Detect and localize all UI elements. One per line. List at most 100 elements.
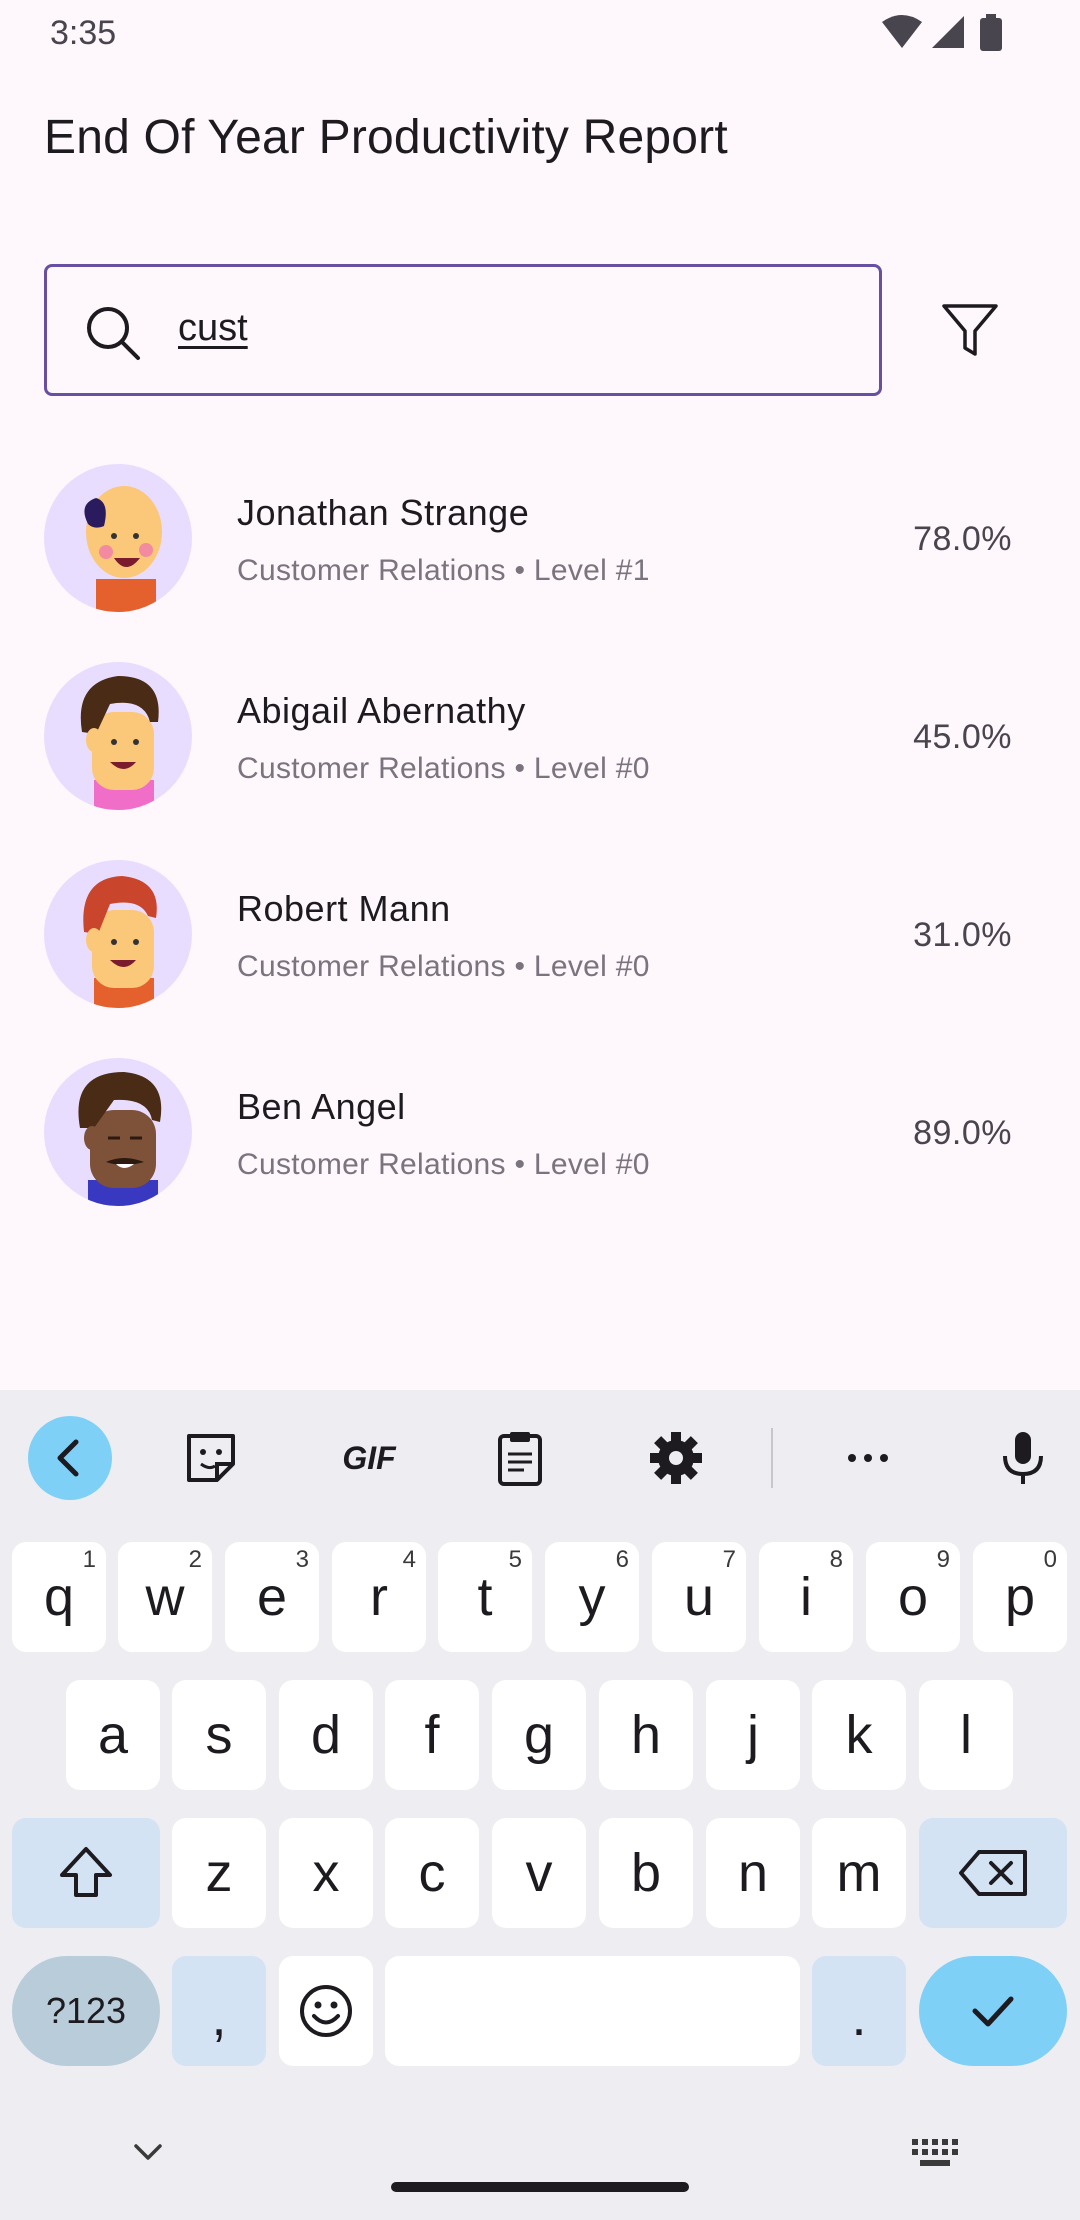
- key-m[interactable]: m: [812, 1818, 906, 1928]
- key-o[interactable]: o9: [866, 1542, 960, 1652]
- status-bar: 3:35: [0, 0, 1080, 66]
- key-label: e: [256, 1567, 288, 1627]
- key-h[interactable]: h: [599, 1680, 693, 1790]
- shift-key[interactable]: [12, 1818, 160, 1928]
- key-hint: 2: [188, 1546, 202, 1573]
- key-p[interactable]: p0: [973, 1542, 1067, 1652]
- status-time: 3:35: [50, 14, 117, 52]
- list-item[interactable]: Abigail Abernathy Customer Relations • L…: [0, 638, 1080, 836]
- avatar: [44, 662, 192, 810]
- enter-key[interactable]: [919, 1956, 1067, 2066]
- check-icon: [972, 1996, 1014, 2027]
- more-icon[interactable]: [838, 1428, 898, 1488]
- list-item[interactable]: Jonathan Strange Customer Relations • Le…: [0, 440, 1080, 638]
- emoji-icon: [300, 1985, 352, 2037]
- home-indicator[interactable]: [391, 2182, 689, 2192]
- toolbar-divider: [771, 1428, 773, 1488]
- search-icon: [87, 307, 140, 360]
- back-icon[interactable]: [28, 1416, 112, 1500]
- backspace-key[interactable]: [919, 1818, 1067, 1928]
- key-f[interactable]: f: [385, 1680, 479, 1790]
- key-label: t: [477, 1567, 493, 1627]
- key-label: w: [145, 1567, 185, 1627]
- key-hint: 8: [829, 1546, 843, 1573]
- comma-key[interactable]: ,: [172, 1956, 266, 2066]
- key-u[interactable]: u7: [652, 1542, 746, 1652]
- list-item[interactable]: Robert Mann Customer Relations • Level #…: [0, 836, 1080, 1034]
- backspace-icon: [959, 1850, 1027, 1896]
- avatar: [44, 1058, 192, 1206]
- sticker-icon[interactable]: [181, 1428, 241, 1488]
- employee-name: Abigail Abernathy: [237, 690, 526, 731]
- key-label: p: [1004, 1567, 1036, 1627]
- key-c[interactable]: c: [385, 1818, 479, 1928]
- key-label: q: [43, 1567, 75, 1627]
- keyboard-icon[interactable]: [910, 2137, 960, 2169]
- key-label: o: [897, 1567, 929, 1627]
- filter-icon[interactable]: [940, 300, 1000, 360]
- key-label: y: [578, 1567, 606, 1627]
- search-value: cust: [178, 307, 248, 349]
- battery-icon: [980, 14, 1002, 51]
- key-n[interactable]: n: [706, 1818, 800, 1928]
- key-hint: 5: [508, 1546, 522, 1573]
- key-hint: 3: [295, 1546, 309, 1573]
- key-label: i: [800, 1567, 812, 1627]
- chevron-down-icon[interactable]: [128, 2132, 168, 2172]
- employee-subtitle: Customer Relations • Level #1: [237, 554, 650, 587]
- settings-icon[interactable]: [646, 1428, 706, 1488]
- key-l[interactable]: l: [919, 1680, 1013, 1790]
- key-w[interactable]: w2: [118, 1542, 212, 1652]
- key-hint: 9: [936, 1546, 950, 1573]
- key-e[interactable]: e3: [225, 1542, 319, 1652]
- key-d[interactable]: d: [279, 1680, 373, 1790]
- key-k[interactable]: k: [812, 1680, 906, 1790]
- key-hint: 4: [402, 1546, 416, 1573]
- employee-subtitle: Customer Relations • Level #0: [237, 752, 650, 785]
- key-y[interactable]: y6: [545, 1542, 639, 1652]
- shift-icon: [60, 1847, 112, 1897]
- employee-name: Ben Angel: [237, 1086, 406, 1127]
- status-icons: [880, 14, 1010, 54]
- key-hint: 1: [82, 1546, 96, 1573]
- mic-icon[interactable]: [993, 1428, 1053, 1488]
- key-a[interactable]: a: [66, 1680, 160, 1790]
- key-b[interactable]: b: [599, 1818, 693, 1928]
- key-x[interactable]: x: [279, 1818, 373, 1928]
- keyboard-toolbar: GIF: [0, 1390, 1080, 1518]
- symbols-key[interactable]: ?123: [12, 1956, 160, 2066]
- key-s[interactable]: s: [172, 1680, 266, 1790]
- key-label: u: [683, 1567, 715, 1627]
- gif-icon[interactable]: GIF: [333, 1428, 405, 1488]
- employee-percent: 31.0%: [913, 916, 1012, 954]
- space-key[interactable]: [385, 1956, 800, 2066]
- key-hint: 0: [1043, 1546, 1057, 1573]
- avatar: [44, 860, 192, 1008]
- employee-percent: 45.0%: [913, 718, 1012, 756]
- key-r[interactable]: r4: [332, 1542, 426, 1652]
- key-z[interactable]: z: [172, 1818, 266, 1928]
- key-v[interactable]: v: [492, 1818, 586, 1928]
- key-hint: 6: [615, 1546, 629, 1573]
- key-label: r: [370, 1567, 388, 1627]
- emoji-key[interactable]: [279, 1956, 373, 2066]
- employee-name: Jonathan Strange: [237, 492, 530, 533]
- signal-icon: [932, 16, 964, 48]
- period-key[interactable]: .: [812, 1956, 906, 2066]
- key-g[interactable]: g: [492, 1680, 586, 1790]
- key-hint: 7: [722, 1546, 736, 1573]
- key-j[interactable]: j: [706, 1680, 800, 1790]
- avatar: [44, 464, 192, 612]
- wifi-icon: [882, 15, 922, 48]
- key-i[interactable]: i8: [759, 1542, 853, 1652]
- employee-list: Jonathan Strange Customer Relations • Le…: [0, 440, 1080, 1232]
- list-item[interactable]: Ben Angel Customer Relations • Level #0 …: [0, 1034, 1080, 1232]
- keyboard: GIF q 1 w 2 e 3 r 4 t 5 y 6 u 7 i 8 o 9 …: [0, 1390, 1080, 2220]
- employee-percent: 78.0%: [913, 520, 1012, 558]
- key-q[interactable]: q1: [12, 1542, 106, 1652]
- clipboard-icon[interactable]: [490, 1428, 550, 1488]
- search-input[interactable]: cust: [44, 264, 882, 396]
- employee-subtitle: Customer Relations • Level #0: [237, 950, 650, 983]
- page-title: End Of Year Productivity Report: [44, 111, 728, 164]
- key-t[interactable]: t5: [438, 1542, 532, 1652]
